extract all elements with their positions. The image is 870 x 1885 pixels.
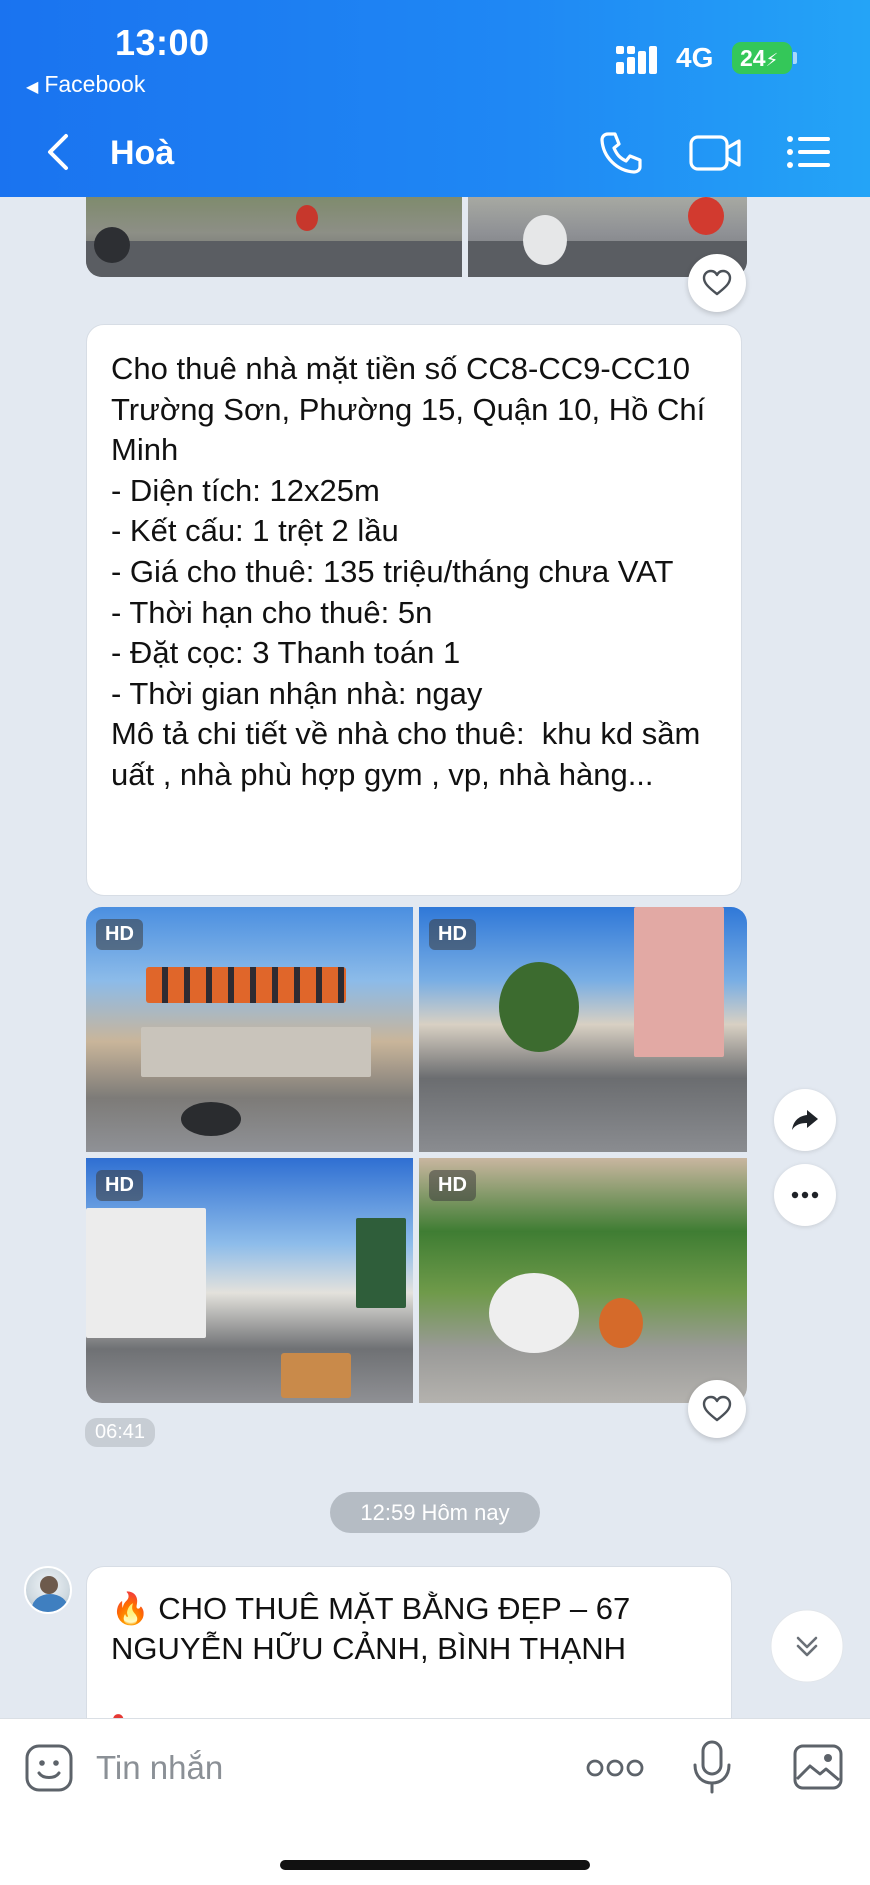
network-type: 4G (676, 42, 714, 73)
hotel-sign-shape (356, 1218, 406, 1308)
scroll-to-bottom-button[interactable] (770, 1609, 844, 1683)
status-time: 13:00 (115, 22, 210, 63)
hd-badge: HD (429, 1170, 476, 1201)
back-app-label: Facebook (44, 71, 146, 97)
microphone-icon[interactable] (690, 1739, 734, 1795)
battery-level: 24 (740, 45, 766, 71)
battery-cap (793, 52, 797, 64)
battery-indicator: 24⚡ (732, 42, 792, 74)
listing-photo-3[interactable]: HD (86, 1158, 413, 1403)
avatar-head-shape (40, 1576, 58, 1594)
date-separator: 12:59 Hôm nay (330, 1492, 540, 1533)
message-text: 🔥 CHO THUÊ MẶT BẰNG ĐẸP – 67 NGUYỄN HỮU … (111, 1591, 631, 1666)
message-input[interactable] (96, 1743, 556, 1793)
flower-pot-shape (599, 1298, 643, 1348)
more-dots-icon[interactable] (585, 1753, 645, 1783)
react-heart-button[interactable] (688, 1380, 746, 1438)
road-surface (86, 241, 462, 277)
video-call-icon[interactable] (688, 132, 742, 174)
motorbike-shape (94, 227, 130, 263)
rider-shape (296, 205, 318, 231)
hd-badge: HD (96, 919, 143, 950)
heart-icon (702, 269, 732, 296)
message-timestamp: 06:41 (85, 1418, 156, 1447)
listing-photo-4[interactable]: HD (419, 1158, 747, 1403)
chat-header: 13:00 ◀ Facebook 4G 24⚡ Hoà (0, 0, 870, 197)
storefront-shape (141, 1027, 371, 1077)
cellular-signal-icon (616, 46, 657, 74)
charging-bolt-icon: ⚡ (765, 50, 779, 70)
more-dots-icon (791, 1191, 819, 1199)
listing-photo-2[interactable]: HD (419, 907, 747, 1152)
heart-icon (702, 1395, 732, 1422)
back-to-app-link[interactable]: ◀ Facebook (26, 71, 145, 98)
forward-arrow-icon (792, 1110, 818, 1130)
cargo-box-shape (281, 1353, 351, 1398)
message-input-bar (0, 1718, 870, 1885)
back-triangle-icon: ◀ (26, 79, 39, 96)
building-shape (634, 907, 724, 1057)
home-indicator (280, 1860, 590, 1870)
react-heart-button[interactable] (688, 254, 746, 312)
message-bubble-new-listing[interactable]: 🔥 CHO THUÊ MẶT BẰNG ĐẸP – 67 NGUYỄN HỮU … (86, 1566, 732, 1726)
tree-shape (499, 962, 579, 1052)
message-bubble-listing[interactable]: Cho thuê nhà mặt tiền số CC8-CC9-CC10 Tr… (86, 324, 742, 896)
phone-icon[interactable] (598, 130, 644, 176)
listing-photo-1[interactable]: HD (86, 907, 413, 1152)
list-menu-icon[interactable] (786, 134, 832, 170)
awning-shape (146, 967, 346, 1003)
avatar-body-shape (32, 1594, 68, 1612)
hd-badge: HD (96, 1170, 143, 1201)
scooter-shape (523, 215, 567, 265)
white-scooter-shape (489, 1273, 579, 1353)
conversation-title[interactable]: Hoà (110, 134, 174, 173)
message-text: Cho thuê nhà mặt tiền số CC8-CC9-CC10 Tr… (111, 351, 706, 792)
avatar[interactable] (24, 1566, 72, 1614)
motorbike-shape (181, 1102, 241, 1136)
rider-shape (688, 197, 724, 235)
emoji-sticker-icon[interactable] (24, 1743, 74, 1793)
image-gallery-icon[interactable] (792, 1743, 844, 1791)
share-forward-button[interactable] (774, 1089, 836, 1151)
hd-badge: HD (429, 919, 476, 950)
street-photo-top-left[interactable] (86, 197, 462, 277)
back-arrow-icon[interactable] (42, 130, 74, 174)
building-shape (86, 1208, 206, 1338)
more-options-button[interactable] (774, 1164, 836, 1226)
